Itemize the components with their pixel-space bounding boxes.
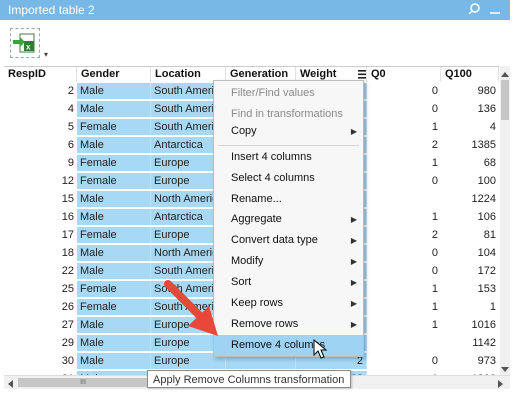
mouse-cursor-icon — [313, 339, 328, 359]
table-window: Imported table 2 x ▾ RespID Gender Locatio… — [0, 0, 520, 401]
tooltip: Apply Remove Columns transformation — [147, 370, 351, 388]
annotation-arrow-icon — [164, 280, 218, 336]
tooltip-text: Apply Remove Columns transformation — [153, 374, 345, 386]
